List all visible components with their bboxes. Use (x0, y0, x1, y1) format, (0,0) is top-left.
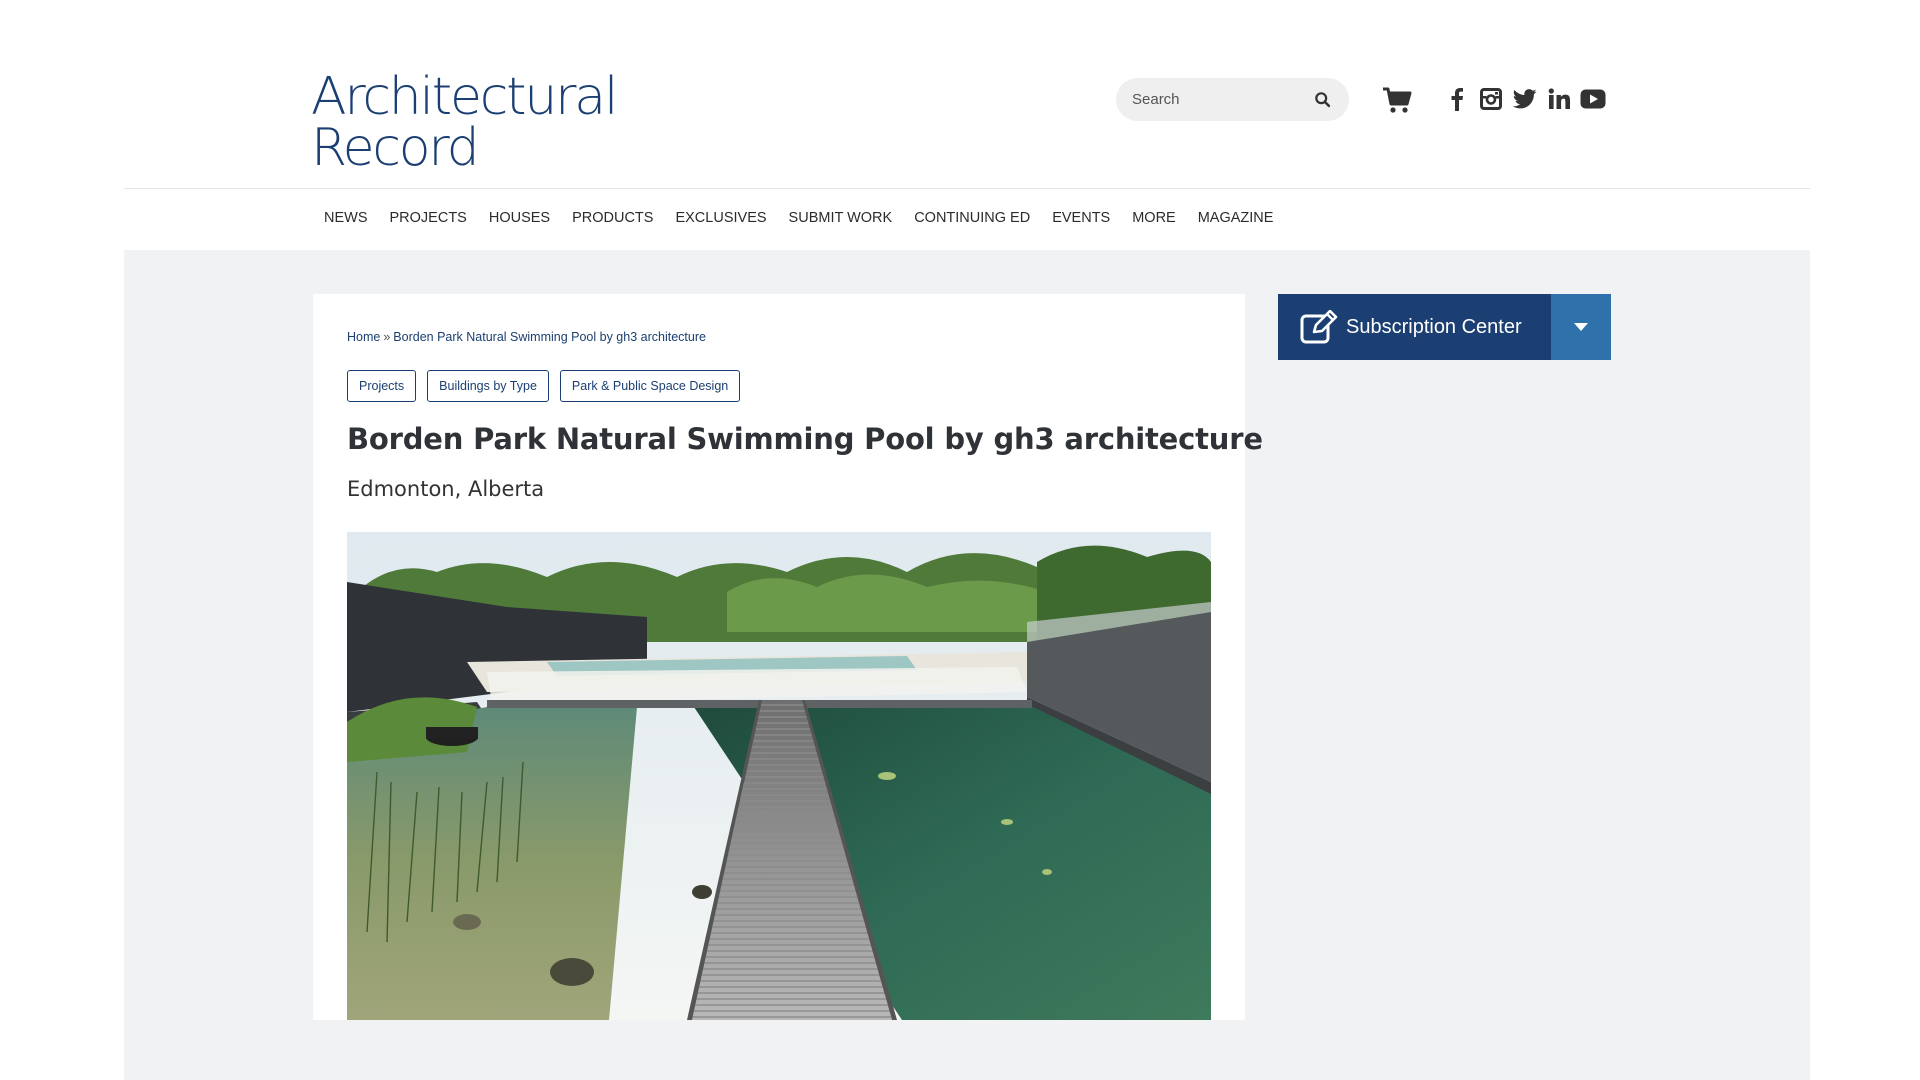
nav-item-more[interactable]: MORE (1121, 208, 1187, 228)
site-logo[interactable]: Architectural Record (311, 67, 631, 178)
tag-buildings-by-type[interactable]: Buildings by Type (427, 370, 549, 402)
nav-item-products[interactable]: PRODUCTS (561, 208, 664, 228)
search-input[interactable] (1132, 91, 1312, 108)
instagram-icon[interactable] (1478, 86, 1504, 112)
breadcrumb-current: Borden Park Natural Swimming Pool by gh3… (393, 330, 706, 344)
nav-item-events[interactable]: EVENTS (1041, 208, 1121, 228)
tag-list: Projects Buildings by Type Park & Public… (347, 370, 741, 402)
twitter-icon[interactable] (1512, 86, 1538, 112)
logo-line-2: Record (311, 118, 480, 178)
caret-down-icon (1574, 323, 1588, 331)
social-links (1444, 86, 1606, 112)
subscription-center-button[interactable]: Subscription Center (1278, 294, 1551, 360)
linkedin-icon[interactable] (1546, 86, 1572, 112)
nav-item-exclusives[interactable]: EXCLUSIVES (664, 208, 777, 228)
nav-item-continuing-ed[interactable]: CONTINUING ED (903, 208, 1041, 228)
main-nav: NEWS PROJECTS HOUSES PRODUCTS EXCLUSIVES… (313, 208, 1284, 228)
nav-item-news[interactable]: NEWS (313, 208, 379, 228)
nav-item-submit-work[interactable]: SUBMIT WORK (778, 208, 904, 228)
article-location: Edmonton, Alberta (347, 477, 545, 501)
article-hero-photo[interactable] (347, 532, 1211, 1020)
breadcrumb-separator: » (383, 330, 391, 344)
tag-park-public-space-design[interactable]: Park & Public Space Design (559, 370, 741, 402)
cart-icon[interactable] (1382, 86, 1412, 114)
article-card: Home» Borden Park Natural Swimming Pool b… (313, 294, 1263, 1020)
subscription-dropdown-toggle[interactable] (1551, 294, 1611, 360)
edit-icon (1300, 310, 1338, 344)
logo-line-1: Architectural (311, 67, 618, 127)
subscription-center: Subscription Center (1278, 294, 1611, 360)
breadcrumb-home[interactable]: Home (347, 330, 380, 344)
nav-item-houses[interactable]: HOUSES (478, 208, 561, 228)
nav-item-magazine[interactable]: MAGAZINE (1187, 208, 1285, 228)
article-title: Borden Park Natural Swimming Pool by gh3… (347, 422, 1263, 456)
facebook-icon[interactable] (1444, 86, 1470, 112)
site-header: Architectural Record (0, 0, 1920, 188)
breadcrumb: Home» Borden Park Natural Swimming Pool b… (347, 330, 706, 344)
youtube-icon[interactable] (1580, 86, 1606, 112)
tag-projects[interactable]: Projects (347, 370, 417, 402)
nav-item-projects[interactable]: PROJECTS (379, 208, 478, 228)
subscription-center-label: Subscription Center (1346, 315, 1522, 338)
search-box (1116, 78, 1349, 121)
header-divider (124, 188, 1810, 189)
search-icon[interactable] (1314, 91, 1331, 108)
